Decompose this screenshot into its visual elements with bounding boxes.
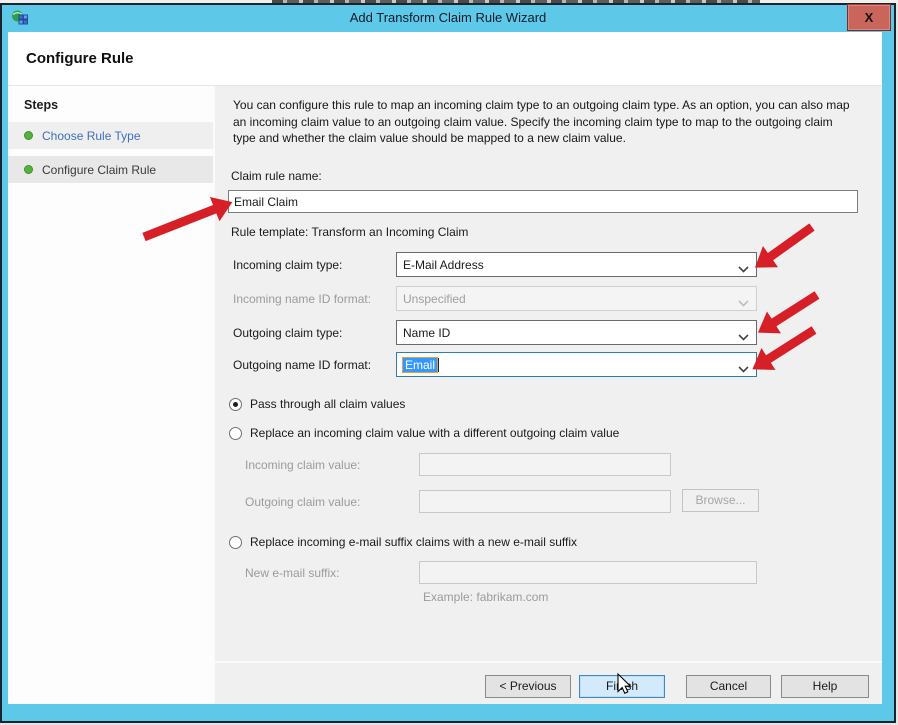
close-button[interactable]: X xyxy=(847,4,891,31)
radio-pass-through[interactable]: Pass through all claim values xyxy=(229,397,405,411)
chevron-down-icon xyxy=(738,296,749,310)
incoming-claim-type-row: Incoming claim type: E-Mail Address xyxy=(215,252,882,278)
radio-replace-value[interactable]: Replace an incoming claim value with a d… xyxy=(229,426,619,440)
incoming-name-id-format-row: Incoming name ID format: Unspecified xyxy=(215,286,882,312)
button-bar-separator xyxy=(215,661,882,663)
incoming-claim-type-combobox[interactable]: E-Mail Address xyxy=(396,252,757,277)
radio-label: Replace incoming e-mail suffix claims wi… xyxy=(250,535,577,549)
combobox-value: Unspecified xyxy=(403,292,466,306)
browse-button: Browse... xyxy=(682,489,759,512)
step-label: Configure Claim Rule xyxy=(42,163,156,177)
incoming-claim-type-label: Incoming claim type: xyxy=(233,258,342,272)
text-caret xyxy=(438,358,439,372)
outgoing-claim-value-label: Outgoing claim value: xyxy=(245,495,360,509)
incoming-claim-value-label: Incoming claim value: xyxy=(245,458,360,472)
dialog-client-area: Configure Rule Steps Choose Rule Type Co… xyxy=(8,32,882,704)
radio-label: Replace an incoming claim value with a d… xyxy=(250,426,619,440)
incoming-name-id-format-label: Incoming name ID format: xyxy=(233,292,371,306)
wizard-header: Configure Rule xyxy=(8,32,882,86)
sidebar-item-configure-claim-rule[interactable]: Configure Claim Rule xyxy=(8,156,213,183)
outgoing-claim-value-input xyxy=(419,490,671,513)
window-title: Add Transform Claim Rule Wizard xyxy=(2,10,894,25)
combobox-value: E-Mail Address xyxy=(403,258,484,272)
incoming-claim-value-input xyxy=(419,453,671,476)
combobox-value: Name ID xyxy=(403,326,450,340)
previous-button[interactable]: < Previous xyxy=(485,675,571,698)
outgoing-claim-type-label: Outgoing claim type: xyxy=(233,326,342,340)
steps-header: Steps xyxy=(24,98,213,112)
cancel-button[interactable]: Cancel xyxy=(686,675,771,698)
radio-label: Pass through all claim values xyxy=(250,397,405,411)
finish-button[interactable]: Finish xyxy=(579,675,665,698)
new-email-suffix-label: New e-mail suffix: xyxy=(245,566,339,580)
chevron-down-icon xyxy=(738,362,749,376)
combobox-selected-value: Email xyxy=(403,358,437,372)
chevron-down-icon xyxy=(738,262,749,276)
wizard-window: Add Transform Claim Rule Wizard X Config… xyxy=(0,3,896,723)
rule-template-text: Rule template: Transform an Incoming Cla… xyxy=(231,225,468,239)
outgoing-claim-type-row: Outgoing claim type: Name ID xyxy=(215,320,882,346)
step-label: Choose Rule Type xyxy=(42,129,141,143)
sidebar-item-choose-rule-type[interactable]: Choose Rule Type xyxy=(8,122,213,149)
chevron-down-icon xyxy=(738,330,749,344)
steps-sidebar: Steps Choose Rule Type Configure Claim R… xyxy=(8,86,215,704)
example-hint: Example: fabrikam.com xyxy=(423,590,548,604)
titlebar: Add Transform Claim Rule Wizard X xyxy=(2,5,894,32)
rule-description: You can configure this rule to map an in… xyxy=(233,97,857,147)
claim-rule-name-input[interactable] xyxy=(228,190,858,213)
outgoing-name-id-format-label: Outgoing name ID format: xyxy=(233,358,371,372)
incoming-name-id-format-combobox: Unspecified xyxy=(396,286,757,311)
radio-replace-suffix[interactable]: Replace incoming e-mail suffix claims wi… xyxy=(229,535,577,549)
claim-rule-name-label: Claim rule name: xyxy=(231,169,322,183)
radio-button-icon[interactable] xyxy=(229,427,242,440)
outgoing-name-id-format-combobox[interactable]: Email xyxy=(396,352,757,377)
radio-button-icon[interactable] xyxy=(229,398,242,411)
radio-button-icon[interactable] xyxy=(229,536,242,549)
new-email-suffix-input xyxy=(419,561,757,584)
page-title: Configure Rule xyxy=(26,50,134,67)
step-done-icon xyxy=(24,131,33,140)
configure-rule-panel: You can configure this rule to map an in… xyxy=(215,86,882,704)
step-done-icon xyxy=(24,165,33,174)
outgoing-name-id-format-row: Outgoing name ID format: Email xyxy=(215,352,882,378)
outgoing-claim-type-combobox[interactable]: Name ID xyxy=(396,320,757,345)
help-button[interactable]: Help xyxy=(781,675,869,698)
